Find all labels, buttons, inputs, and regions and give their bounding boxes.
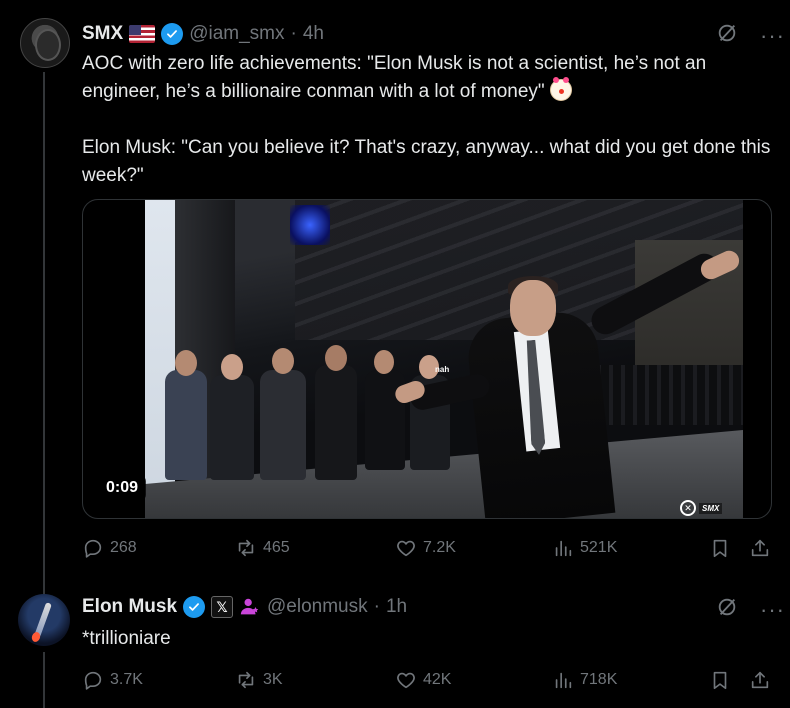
repost-icon [238, 539, 254, 557]
bookmark-button[interactable] [709, 537, 731, 559]
user-handle[interactable]: @elonmusk [267, 596, 368, 618]
analytics-icon [555, 672, 572, 689]
tweet-corner-actions: ··· [716, 22, 785, 49]
timestamp[interactable]: 4h [303, 23, 324, 45]
share-icon [751, 671, 769, 689]
like-button[interactable]: 7.2K [395, 537, 456, 559]
reply-button[interactable]: 3.7K [82, 669, 143, 691]
user-handle[interactable]: @iam_smx [189, 23, 284, 45]
x-affiliation-icon[interactable]: 𝕏 [211, 596, 234, 618]
share-button[interactable] [749, 669, 771, 691]
bookmark-icon [713, 539, 727, 558]
share-icon [751, 539, 769, 557]
thread-connector-line [43, 652, 45, 708]
separator: · [290, 23, 297, 44]
more-options-icon[interactable]: ··· [760, 24, 785, 47]
video-player[interactable]: nah [82, 199, 772, 519]
tweet-action-bar: 268 465 7.2K 521K [82, 537, 772, 563]
affiliate-person-icon[interactable] [239, 596, 261, 618]
repost-count: 465 [263, 539, 290, 556]
tweet-header: SMX @iam_smx · 4h [82, 21, 324, 47]
reply-icon [84, 539, 102, 558]
tweet-text-paragraph: AOC with zero life achievements: "Elon M… [82, 53, 707, 102]
video-duration: 0:09 [98, 476, 147, 500]
video-frame: nah [145, 200, 743, 518]
like-count: 42K [423, 671, 452, 688]
clown-face-icon [549, 77, 572, 101]
bookmark-icon [713, 671, 727, 690]
reply-button[interactable]: 268 [82, 537, 137, 559]
analytics-icon [555, 540, 572, 557]
repost-count: 3K [263, 671, 283, 688]
separator: · [373, 596, 380, 617]
heart-icon [397, 540, 415, 557]
grok-icon[interactable] [716, 22, 738, 49]
view-count: 521K [580, 539, 618, 556]
tweet-text-paragraph: Elon Musk: "Can you believe it? That's c… [82, 137, 771, 186]
tweet-text: *trillioniare [82, 628, 171, 649]
x-logo-icon: ✕ [680, 500, 696, 516]
reply-icon [84, 671, 102, 690]
us-flag-icon [129, 25, 156, 43]
tweet-text: AOC with zero life achievements: "Elon M… [82, 50, 772, 190]
more-options-icon[interactable]: ··· [760, 598, 785, 621]
share-button[interactable] [749, 537, 771, 559]
views-button[interactable]: 718K [552, 669, 617, 691]
grok-icon[interactable] [716, 596, 738, 623]
repost-icon [238, 671, 254, 689]
views-button[interactable]: 521K [552, 537, 617, 559]
tweet-action-bar: 3.7K 3K 42K 718K [82, 669, 772, 695]
heart-icon [397, 672, 415, 689]
timestamp[interactable]: 1h [386, 596, 407, 618]
display-name[interactable]: Elon Musk [82, 596, 177, 618]
avatar[interactable] [18, 594, 70, 646]
repost-button[interactable]: 465 [235, 537, 290, 559]
verified-badge-icon[interactable] [161, 23, 184, 45]
thread-connector-line [43, 72, 45, 602]
verified-badge-icon[interactable] [183, 596, 206, 618]
tweet-header: Elon Musk 𝕏 @elonmusk · 1h [82, 594, 407, 620]
video-watermark: ✕ SMX [680, 500, 723, 516]
like-count: 7.2K [423, 539, 456, 556]
view-count: 718K [580, 671, 618, 688]
watermark-label: SMX [699, 502, 723, 514]
bookmark-button[interactable] [709, 669, 731, 691]
video-caption: nah [435, 365, 450, 374]
tweet-corner-actions: ··· [716, 596, 785, 623]
reply-count: 3.7K [110, 671, 143, 688]
display-name[interactable]: SMX [82, 23, 123, 45]
repost-button[interactable]: 3K [235, 669, 283, 691]
reply-count: 268 [110, 539, 137, 556]
like-button[interactable]: 42K [395, 669, 451, 691]
avatar[interactable] [20, 18, 70, 68]
